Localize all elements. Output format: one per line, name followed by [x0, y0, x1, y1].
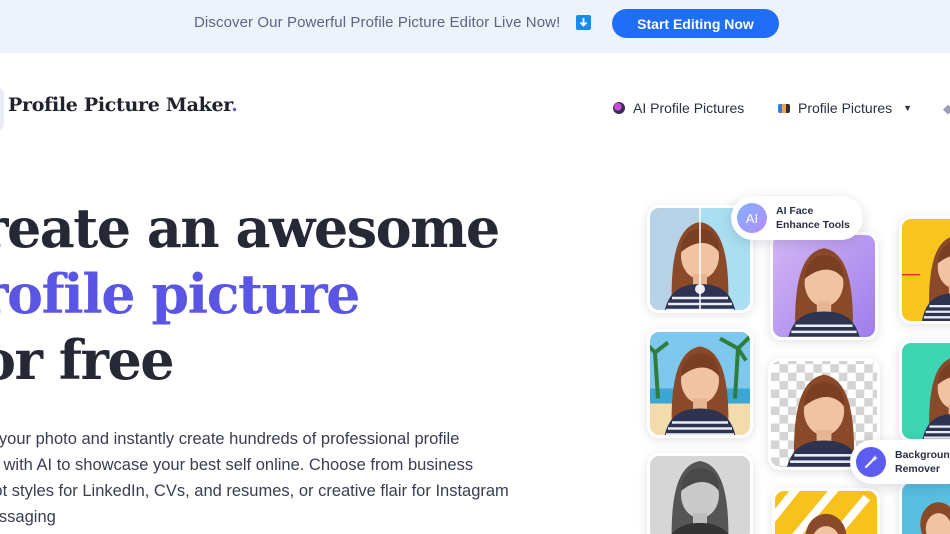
photo-strip-icon	[778, 103, 790, 113]
photo-card-yellow	[899, 216, 950, 324]
photo-card-grayscale	[647, 453, 753, 534]
ai-pill-line-2: Enhance Tools	[776, 219, 850, 231]
hero-description-line: shot styles for LinkedIn, CVs, and resum…	[0, 482, 509, 500]
hero-description: ad your photo and instantly create hundr…	[0, 426, 576, 530]
ai-avatar-icon	[613, 102, 625, 114]
down-arrow-icon	[576, 15, 591, 30]
logo[interactable]: Profile Picture Maker.	[8, 94, 238, 116]
background-remover-pill: Background Remover	[850, 440, 950, 484]
photo-card-purple	[770, 232, 878, 340]
ai-badge-icon: AI	[737, 203, 767, 233]
ai-pill-line-1: AI Face	[776, 205, 814, 217]
bg-pill-line-1: Background	[895, 449, 950, 461]
logo-label: Profile Picture Maker	[8, 94, 232, 116]
bg-pill-line-2: Remover	[895, 463, 940, 475]
logo-mark	[0, 88, 4, 130]
magic-wand-icon	[856, 447, 886, 477]
hero-description-line: res with AI to showcase your best self o…	[0, 456, 474, 474]
hero-title-line-2: rofile picture	[0, 262, 361, 326]
announcement-text: Discover Our Powerful Profile Picture Ed…	[194, 14, 561, 31]
ai-face-enhance-pill: AI AI Face Enhance Tools	[731, 196, 863, 240]
nav-ai-profile-pictures-label: AI Profile Pictures	[633, 100, 745, 116]
nav-profile-pictures-label: Profile Pictures	[798, 100, 893, 116]
announcement-bar: Discover Our Powerful Profile Picture Ed…	[0, 0, 950, 53]
hero-description-line: ad your photo and instantly create hundr…	[0, 430, 460, 448]
logo-dot: .	[231, 94, 238, 116]
nav-more-icon[interactable]: ◆	[943, 101, 950, 116]
hero-description-line: messaging	[0, 508, 56, 526]
nav-ai-profile-pictures[interactable]: AI Profile Pictures	[613, 100, 744, 116]
nav-profile-pictures[interactable]: Profile Pictures ▼	[778, 100, 912, 116]
photo-card-teal	[899, 480, 950, 534]
start-editing-button[interactable]: Start Editing Now	[612, 9, 779, 38]
hero-title-line-1: reate an awesome	[0, 196, 500, 260]
photo-card-green	[899, 340, 950, 442]
hero-title-line-3: or free	[0, 328, 175, 392]
chevron-down-icon: ▼	[903, 103, 913, 113]
photo-card-yellow-stripes	[772, 488, 880, 534]
photo-card-beach	[647, 329, 753, 438]
